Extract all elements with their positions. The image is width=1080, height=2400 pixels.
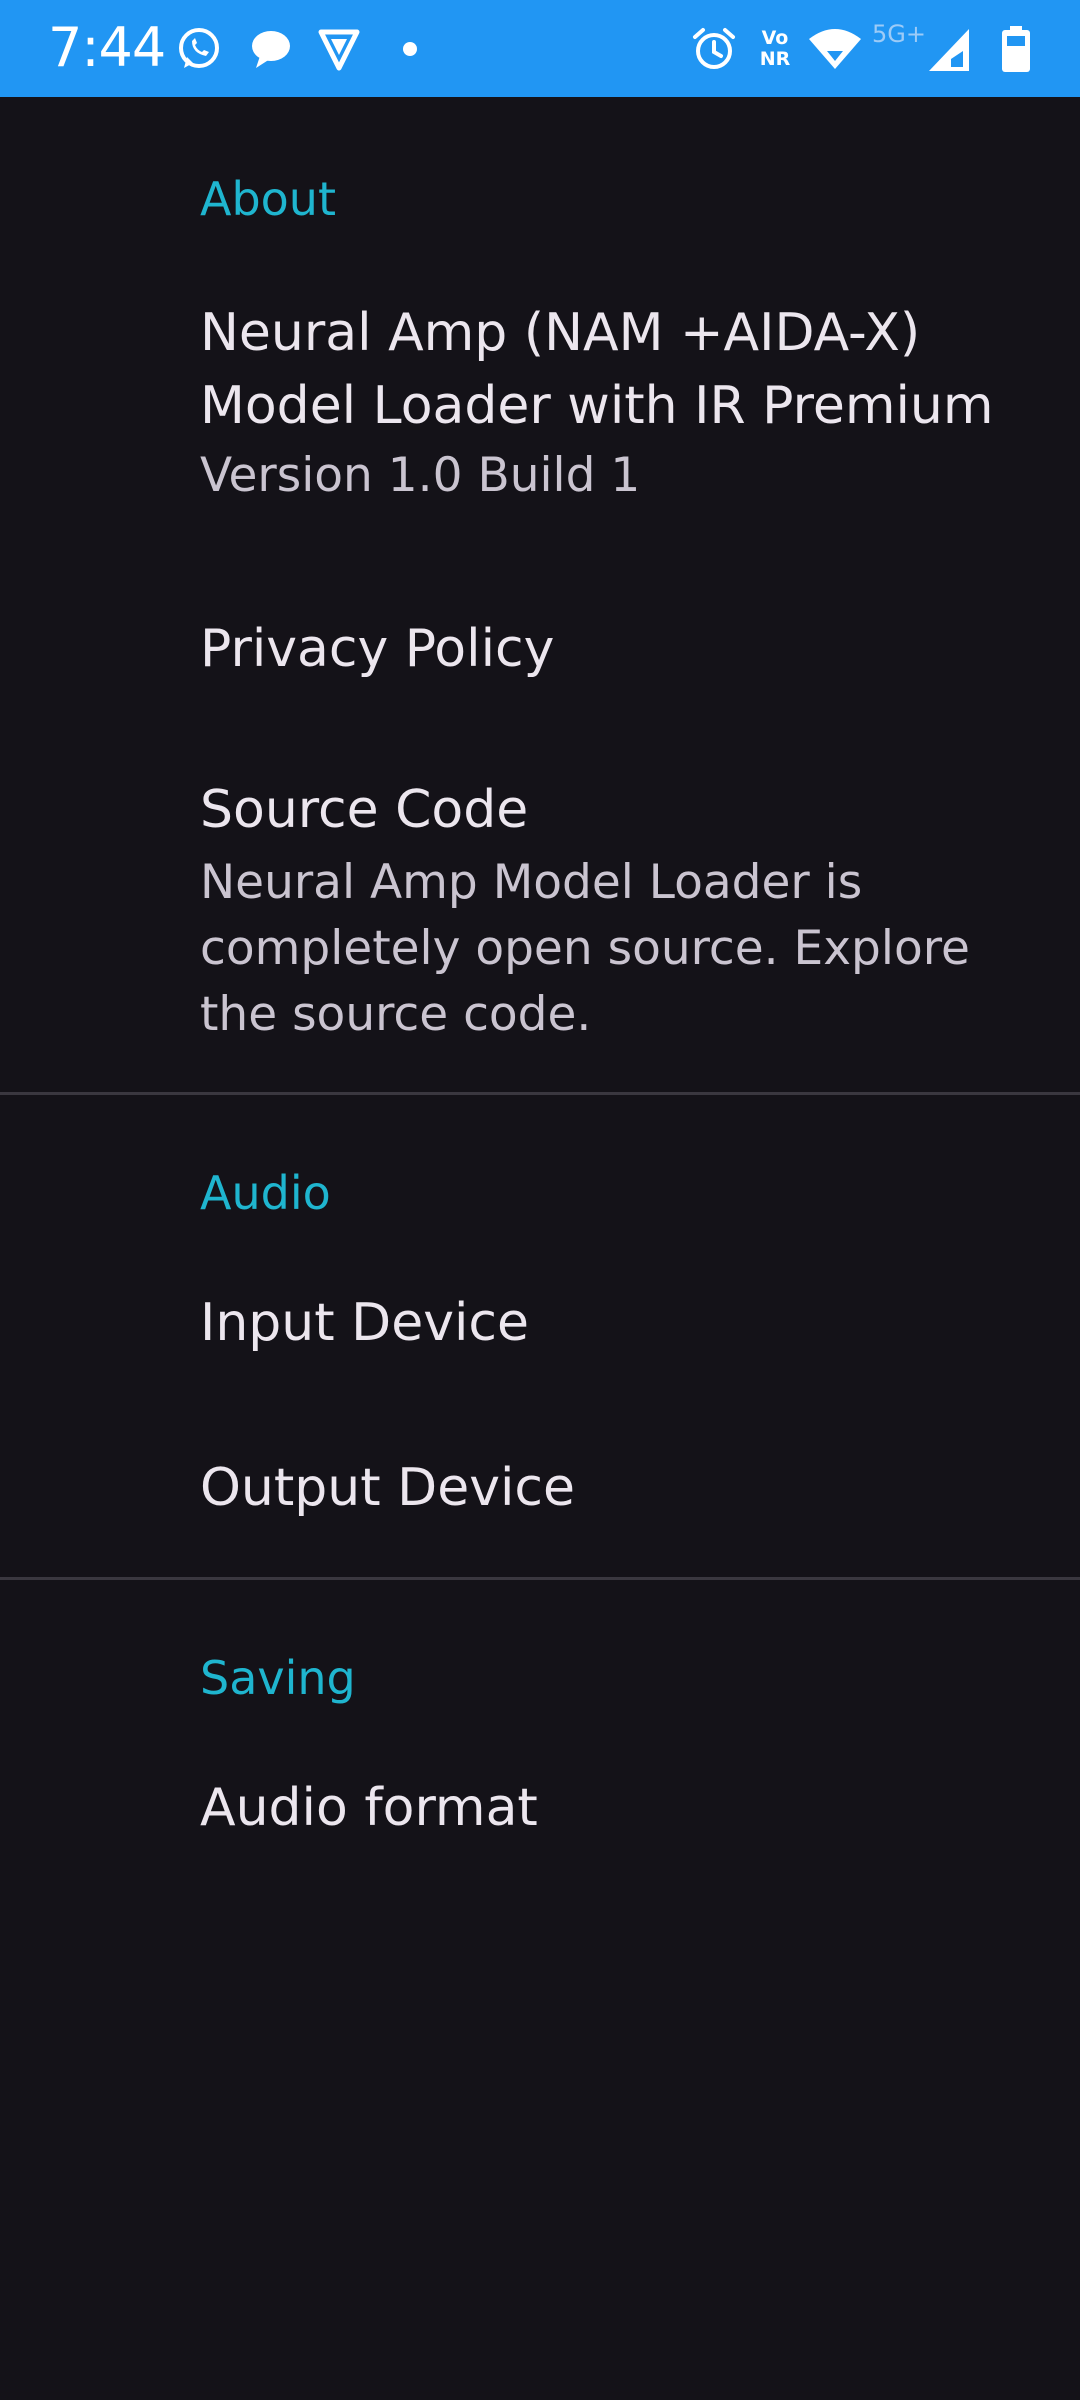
volte-icon: Vo NR — [750, 22, 800, 76]
section-header-about: About — [200, 172, 337, 226]
source-code-summary-line1: Neural Amp Model Loader is — [200, 855, 863, 910]
app-title-line2: Model Loader with IR Premium — [200, 376, 994, 436]
output-device-title: Output Device — [200, 1458, 575, 1518]
source-code-summary-line2: completely open source. Explore — [200, 921, 970, 976]
input-device-title: Input Device — [200, 1293, 530, 1353]
signal-icon — [926, 22, 972, 76]
vpn-shield-icon — [314, 22, 364, 76]
whatsapp-icon — [174, 22, 224, 76]
volte-label-bottom: NR — [759, 48, 791, 70]
app-title-line1: Neural Amp (NAM +AIDA-X) — [200, 303, 921, 363]
pref-output-device[interactable]: Output Device — [0, 1452, 1080, 1562]
status-time: 7:44 — [48, 16, 166, 79]
source-code-title: Source Code — [200, 780, 529, 840]
pref-input-device[interactable]: Input Device — [0, 1287, 1080, 1397]
status-bar: 7:44 Vo NR 5G+ — [0, 0, 1080, 97]
network-type-label: 5G+ — [872, 20, 926, 48]
divider — [0, 1092, 1080, 1095]
pref-privacy-policy[interactable]: Privacy Policy — [0, 597, 1080, 707]
wifi-icon — [806, 22, 864, 76]
audio-format-title: Audio format — [200, 1778, 538, 1838]
source-code-summary-line3: the source code. — [200, 987, 592, 1042]
pref-audio-format[interactable]: Audio format — [0, 1772, 1080, 1882]
dot-icon — [400, 22, 420, 76]
alarm-icon — [688, 22, 740, 76]
pref-app-info[interactable]: Neural Amp (NAM +AIDA-X) Model Loader wi… — [0, 297, 1080, 503]
chat-bubble-icon — [246, 22, 296, 76]
pref-source-code[interactable]: Source Code Neural Amp Model Loader is c… — [0, 762, 1080, 1042]
privacy-policy-title: Privacy Policy — [200, 619, 555, 679]
section-header-audio: Audio — [200, 1166, 331, 1220]
divider — [0, 1577, 1080, 1580]
battery-icon — [998, 22, 1034, 76]
app-version: Version 1.0 Build 1 — [200, 448, 641, 503]
section-header-saving: Saving — [200, 1651, 356, 1705]
volte-label-top: Vo — [761, 27, 789, 49]
